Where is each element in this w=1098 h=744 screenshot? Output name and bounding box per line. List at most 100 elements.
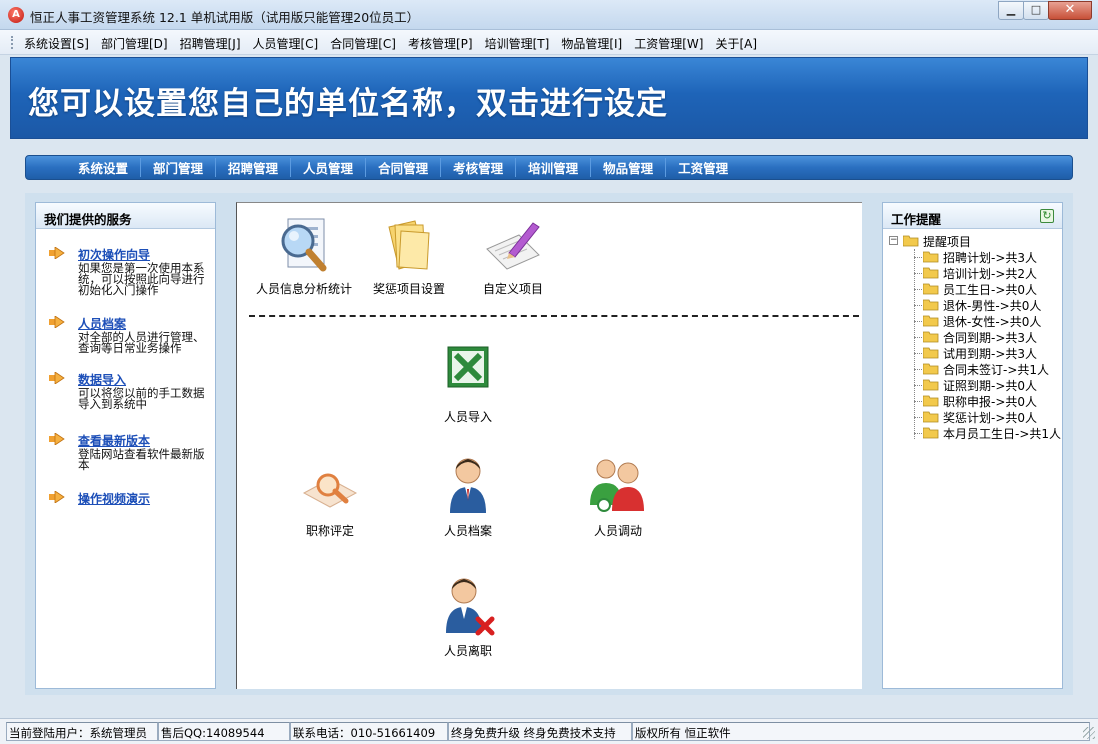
menu-department[interactable]: 部门管理[D]: [95, 35, 174, 52]
reminders-panel-header: 工作提醒: [883, 203, 1062, 229]
tree-line: [914, 417, 922, 418]
excel-icon: [447, 346, 489, 388]
service-desc-archive: 对全部的人员进行管理、查询等日常业务操作: [78, 330, 205, 355]
tree-line: [914, 401, 922, 402]
reminder-item[interactable]: 证照到期->共0人: [914, 377, 1064, 393]
reminder-item[interactable]: 合同到期->共3人: [914, 329, 1064, 345]
tree-root-label[interactable]: 提醒项目: [923, 233, 971, 250]
menu-training[interactable]: 培训管理[T]: [479, 35, 556, 52]
tile-custom-items[interactable]: 自定义项目: [473, 213, 553, 297]
nav-personnel[interactable]: 人员管理: [291, 158, 367, 177]
tile-title-evaluation[interactable]: 职称评定: [295, 455, 365, 539]
status-copyright: 版权所有 恒正软件: [632, 722, 1090, 741]
arrow-right-icon: [49, 491, 65, 503]
nav-salary[interactable]: 工资管理: [666, 158, 740, 177]
reminder-label[interactable]: 本月员工生日->共1人: [943, 425, 1061, 442]
reminder-label[interactable]: 合同到期->共3人: [943, 329, 1037, 346]
reminder-item[interactable]: 退休-女性->共0人: [914, 313, 1064, 329]
service-desc-import: 可以将您以前的手工数据导入到系统中: [78, 386, 205, 411]
resize-grip-icon[interactable]: [1083, 727, 1095, 739]
reminder-label[interactable]: 退休-男性->共0人: [943, 297, 1041, 314]
folder-icon: [923, 299, 939, 311]
reminder-item[interactable]: 试用到期->共3人: [914, 345, 1064, 361]
tree-line: [914, 321, 922, 322]
folder-icon: [923, 251, 939, 263]
tree-line: [914, 337, 922, 338]
arrow-right-icon: [49, 316, 65, 328]
reminder-label[interactable]: 退休-女性->共0人: [943, 313, 1041, 330]
reminder-label[interactable]: 招聘计划->共3人: [943, 249, 1037, 266]
reminder-item[interactable]: 培训计划->共2人: [914, 265, 1064, 281]
tile-reward-settings[interactable]: 奖惩项目设置: [369, 213, 449, 297]
reminder-label[interactable]: 证照到期->共0人: [943, 377, 1037, 394]
folder-icon: [923, 347, 939, 359]
collapse-icon[interactable]: −: [889, 236, 898, 245]
reminder-label[interactable]: 奖惩计划->共0人: [943, 409, 1037, 426]
menu-salary[interactable]: 工资管理[W]: [628, 35, 709, 52]
folder-icon: [923, 379, 939, 391]
nav-system-settings[interactable]: 系统设置: [66, 158, 142, 177]
reminder-item[interactable]: 本月员工生日->共1人: [914, 425, 1064, 441]
search-document-icon: [302, 473, 358, 508]
title-bar: A 恒正人事工资管理系统 12.1 单机试用版（试用版只能管理20位员工） ▁ …: [0, 0, 1098, 30]
maximize-button[interactable]: □: [1023, 1, 1049, 20]
menu-recruitment[interactable]: 招聘管理[J]: [174, 35, 247, 52]
reminder-label[interactable]: 合同未签订->共1人: [943, 361, 1049, 378]
module-nav-bar: 系统设置 部门管理 招聘管理 人员管理 合同管理 考核管理 培训管理 物品管理 …: [25, 155, 1073, 180]
reminder-item[interactable]: 职称申报->共0人: [914, 393, 1064, 409]
menu-grip-icon[interactable]: [11, 36, 14, 49]
tile-label: 职称评定: [305, 524, 354, 538]
reminder-item[interactable]: 员工生日->共0人: [914, 281, 1064, 297]
section-divider: [249, 315, 859, 317]
menu-system-settings[interactable]: 系统设置[S]: [18, 35, 95, 52]
reminder-label[interactable]: 试用到期->共3人: [943, 345, 1037, 362]
reminder-label[interactable]: 培训计划->共2人: [943, 265, 1037, 282]
window-controls: ▁ □ ✕: [998, 1, 1092, 20]
arrow-right-icon: [49, 372, 65, 384]
tile-personnel-resign[interactable]: 人员离职: [433, 575, 503, 659]
nav-recruitment[interactable]: 招聘管理: [216, 158, 292, 177]
tile-label: 人员信息分析统计: [255, 282, 352, 296]
nav-assessment[interactable]: 考核管理: [441, 158, 517, 177]
menu-about[interactable]: 关于[A]: [709, 35, 763, 52]
magnifier-document-icon: [281, 218, 327, 272]
menu-contract[interactable]: 合同管理[C]: [324, 35, 402, 52]
folder-icon: [923, 315, 939, 327]
service-desc-latest-version: 登陆网站查看软件最新版本: [78, 447, 205, 472]
refresh-icon[interactable]: ↻: [1040, 209, 1054, 223]
tile-label: 人员导入: [443, 410, 492, 424]
pencil-notepad-icon: [486, 222, 540, 270]
reminder-label[interactable]: 员工生日->共0人: [943, 281, 1037, 298]
menu-bar: 系统设置[S] 部门管理[D] 招聘管理[J] 人员管理[C] 合同管理[C] …: [0, 30, 1098, 55]
nav-goods[interactable]: 物品管理: [591, 158, 667, 177]
arrow-right-icon: [49, 433, 65, 445]
nav-department[interactable]: 部门管理: [141, 158, 217, 177]
tree-line: [914, 289, 922, 290]
reminder-item[interactable]: 退休-男性->共0人: [914, 297, 1064, 313]
tree-line: [914, 353, 922, 354]
nav-contract[interactable]: 合同管理: [366, 158, 442, 177]
reminder-label[interactable]: 职称申报->共0人: [943, 393, 1037, 410]
company-banner[interactable]: 您可以设置您自己的单位名称，双击进行设定: [10, 57, 1088, 139]
function-tiles-panel: 人员信息分析统计 奖惩项目设置 自定义项目 人员导入 职称评定 人员档案 人员调…: [236, 202, 862, 689]
close-button[interactable]: ✕: [1048, 1, 1092, 20]
minimize-button[interactable]: ▁: [998, 1, 1024, 20]
menu-assessment[interactable]: 考核管理[P]: [402, 35, 479, 52]
folder-icon: [923, 411, 939, 423]
user-icon: [450, 458, 486, 513]
reminder-item[interactable]: 招聘计划->共3人: [914, 249, 1064, 265]
tile-personnel-archive[interactable]: 人员档案: [433, 455, 503, 539]
tile-personnel-transfer[interactable]: 人员调动: [583, 455, 653, 539]
reminder-item[interactable]: 合同未签订->共1人: [914, 361, 1064, 377]
company-name-title[interactable]: 您可以设置您自己的单位名称，双击进行设定: [28, 78, 668, 123]
menu-personnel[interactable]: 人员管理[C]: [247, 35, 325, 52]
reminder-item[interactable]: 奖惩计划->共0人: [914, 409, 1064, 425]
nav-training[interactable]: 培训管理: [516, 158, 592, 177]
tree-line: [914, 385, 922, 386]
service-link-video[interactable]: 操作视频演示: [78, 490, 150, 507]
status-support-qq: 售后QQ:14089544: [158, 722, 290, 741]
tile-personnel-analysis[interactable]: 人员信息分析统计: [251, 213, 357, 297]
menu-goods[interactable]: 物品管理[I]: [555, 35, 628, 52]
tile-label: 人员调动: [593, 524, 642, 538]
tile-personnel-import[interactable]: 人员导入: [433, 341, 503, 425]
